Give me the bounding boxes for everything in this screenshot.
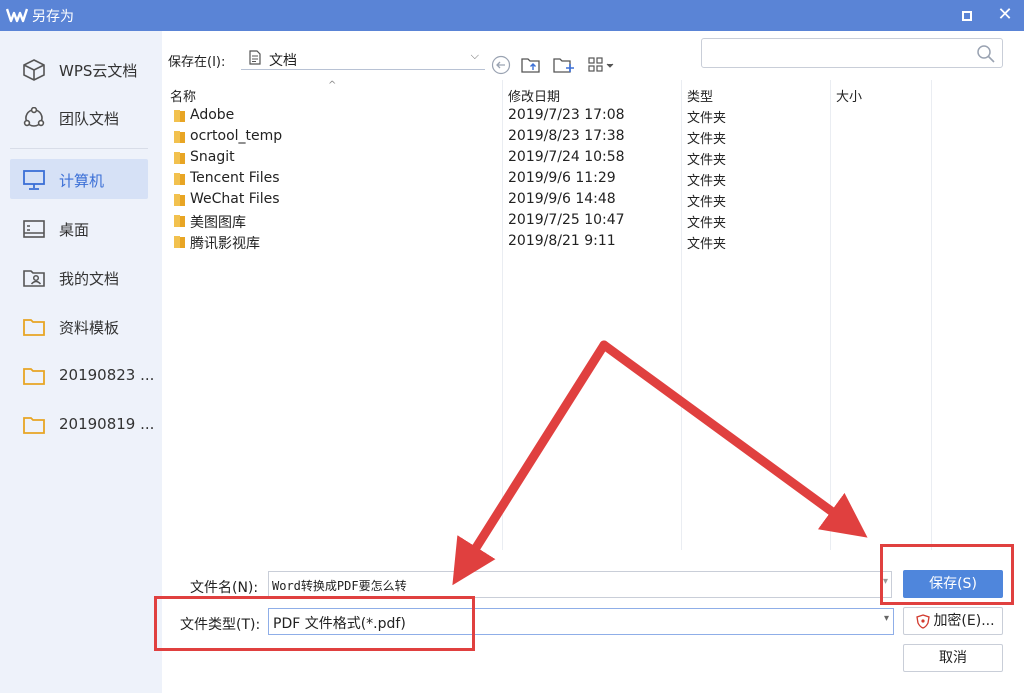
sidebar-item-label: 资料模板 — [59, 319, 120, 337]
sidebar-item-desktop[interactable]: 桌面 — [10, 208, 148, 248]
file-type: 文件夹 — [687, 174, 727, 189]
file-name: 美图图库 — [190, 215, 246, 231]
annotation-box-filetype — [154, 596, 475, 651]
new-folder-button[interactable] — [552, 55, 576, 75]
folder-icon — [23, 417, 45, 434]
monitor-icon — [23, 170, 45, 190]
folder-icon — [174, 236, 185, 248]
sort-ascending-icon: ^ — [328, 80, 337, 91]
file-date: 2019/9/6 14:48 — [508, 191, 616, 207]
document-icon — [249, 50, 261, 65]
close-button[interactable]: ✕ — [993, 4, 1017, 26]
filename-input[interactable]: Word转换成PDF要怎么转 ▾ — [268, 571, 892, 598]
folder-icon — [174, 194, 185, 206]
sidebar-item-label: 计算机 — [59, 172, 105, 190]
annotation-box-save — [880, 544, 1014, 605]
file-name: Adobe — [190, 107, 235, 123]
folder-icon — [174, 173, 185, 185]
sidebar-item-computer[interactable]: 计算机 — [10, 159, 148, 199]
location-value: 文档 — [269, 53, 297, 69]
file-date: 2019/7/24 10:58 — [508, 149, 625, 165]
sidebar-item-templates[interactable]: 资料模板 — [10, 306, 148, 346]
column-header-size[interactable]: 大小 — [836, 86, 862, 105]
sidebar-item-label: 桌面 — [59, 221, 90, 239]
maximize-icon — [962, 11, 972, 21]
file-date: 2019/7/25 10:47 — [508, 212, 625, 228]
shield-icon — [916, 614, 930, 629]
filename-value: Word转换成PDF要怎么转 — [272, 579, 407, 593]
wps-logo-icon — [6, 8, 28, 23]
grid-view-icon — [588, 57, 614, 72]
back-button[interactable] — [490, 55, 512, 75]
file-date: 2019/7/23 17:08 — [508, 107, 625, 123]
folder-icon — [23, 368, 45, 385]
folder-icon — [174, 215, 185, 227]
file-row[interactable]: ocrtool_temp 2019/8/23 17:38 文件夹 — [165, 126, 933, 147]
file-type: 文件夹 — [687, 111, 727, 126]
sidebar-item-wps-cloud[interactable]: WPS云文档 — [10, 49, 148, 89]
file-name: WeChat Files — [190, 191, 280, 207]
sidebar-divider — [10, 148, 148, 149]
file-list: ^ 名称 修改日期 类型 大小 Adobe 2019/7/23 17:08 文件… — [165, 80, 933, 550]
filename-label: 文件名(N): — [190, 580, 259, 596]
sidebar-item-label: 团队文档 — [59, 110, 120, 128]
column-header-date[interactable]: 修改日期 — [508, 86, 560, 105]
file-type: 文件夹 — [687, 153, 727, 168]
maximize-button[interactable] — [955, 6, 979, 26]
search-input[interactable] — [701, 38, 1003, 68]
file-row[interactable]: WeChat Files 2019/9/6 14:48 文件夹 — [165, 189, 933, 210]
file-date: 2019/8/23 17:38 — [508, 128, 625, 144]
sidebar-item-label: 20190819 ... — [59, 415, 155, 433]
column-header-name[interactable]: 名称 — [170, 86, 196, 105]
new-folder-icon — [553, 58, 574, 73]
file-type: 文件夹 — [687, 237, 727, 252]
file-row[interactable]: 腾讯影视库 2019/8/21 9:11 文件夹 — [165, 231, 933, 252]
file-type: 文件夹 — [687, 195, 727, 210]
file-name: ocrtool_temp — [190, 128, 283, 144]
file-row[interactable]: 美图图库 2019/7/25 10:47 文件夹 — [165, 210, 933, 231]
folder-icon — [174, 110, 185, 122]
window-title: 另存为 — [32, 9, 74, 25]
sidebar: WPS云文档 团队文档 计算机 桌面 我的文档 资料模板 20190823 ..… — [0, 31, 162, 693]
sidebar-item-team-docs[interactable]: 团队文档 — [10, 97, 148, 137]
file-name: Snagit — [190, 149, 235, 165]
save-in-label: 保存在(I): — [168, 55, 226, 70]
desktop-icon — [23, 220, 45, 238]
close-icon: ✕ — [997, 4, 1013, 25]
sidebar-item-label: 我的文档 — [59, 270, 120, 288]
file-date: 2019/8/21 9:11 — [508, 233, 616, 249]
file-row[interactable]: Adobe 2019/7/23 17:08 文件夹 — [165, 105, 933, 126]
cube-icon — [23, 59, 45, 81]
up-folder-button[interactable] — [520, 55, 542, 75]
up-folder-icon — [521, 58, 540, 73]
team-icon — [23, 107, 45, 127]
view-mode-button[interactable] — [587, 55, 617, 75]
folder-icon — [23, 319, 45, 336]
file-row[interactable]: Snagit 2019/7/24 10:58 文件夹 — [165, 147, 933, 168]
sidebar-item-folder-20190819[interactable]: 20190819 ... — [10, 404, 154, 444]
search-icon — [977, 45, 995, 63]
file-type: 文件夹 — [687, 132, 727, 147]
encrypt-button-label: 加密(E)... — [933, 613, 995, 629]
my-documents-icon — [23, 270, 45, 287]
sidebar-item-folder-20190823[interactable]: 20190823 ... — [10, 355, 154, 395]
folder-icon — [174, 152, 185, 164]
cancel-button[interactable]: 取消 — [903, 644, 1003, 672]
chevron-down-icon: ▾ — [883, 613, 889, 624]
sidebar-item-label: 20190823 ... — [59, 366, 155, 384]
location-dropdown[interactable]: 文档 ⌵ — [241, 48, 485, 70]
sidebar-item-label: WPS云文档 — [59, 62, 138, 80]
chevron-down-icon: ⌵ — [470, 49, 479, 62]
file-row[interactable]: Tencent Files 2019/9/6 11:29 文件夹 — [165, 168, 933, 189]
back-arrow-icon — [491, 55, 511, 75]
file-name: Tencent Files — [190, 170, 280, 186]
file-type: 文件夹 — [687, 216, 727, 231]
title-bar: 另存为 ✕ — [0, 0, 1024, 31]
file-name: 腾讯影视库 — [190, 236, 260, 252]
encrypt-button[interactable]: 加密(E)... — [903, 607, 1003, 635]
folder-icon — [174, 131, 185, 143]
column-header-type[interactable]: 类型 — [687, 86, 713, 105]
sidebar-item-my-documents[interactable]: 我的文档 — [10, 257, 148, 297]
file-date: 2019/9/6 11:29 — [508, 170, 616, 186]
